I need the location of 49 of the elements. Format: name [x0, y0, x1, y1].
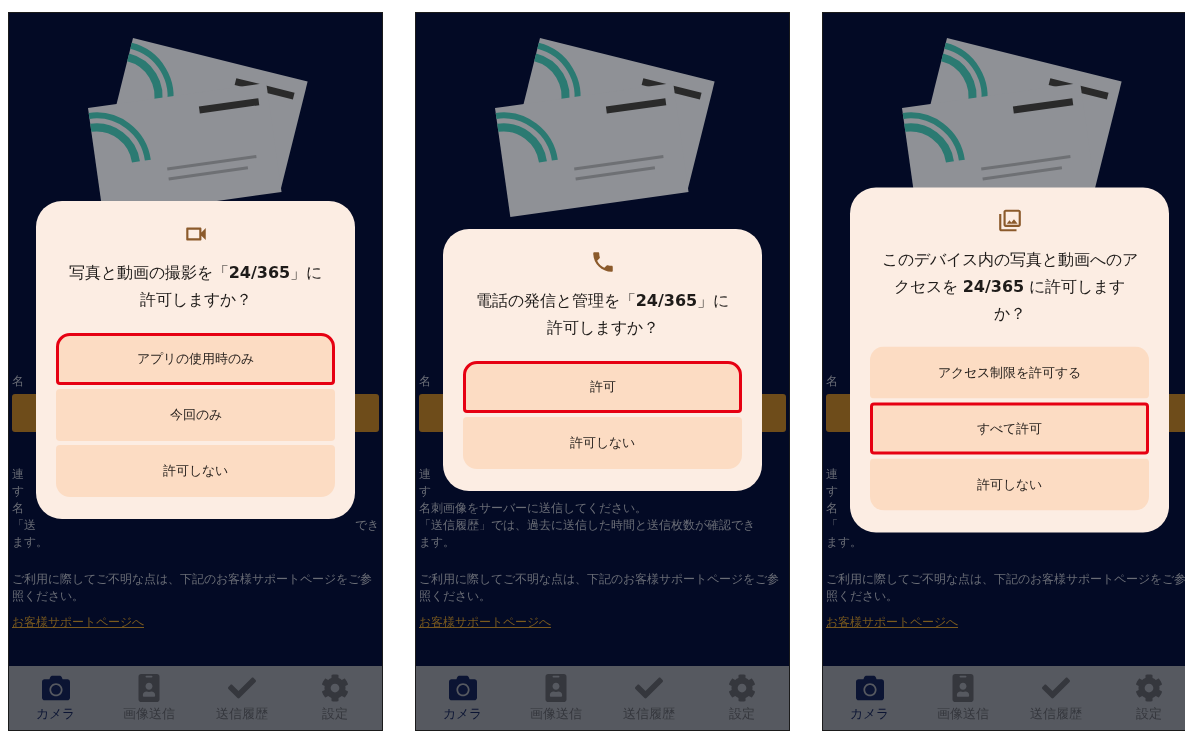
instruction-text: 連 — [826, 466, 838, 483]
instruction-text: 名 — [12, 500, 24, 517]
permission-option[interactable]: すべて許可 — [870, 402, 1149, 454]
instruction-text: 「送 — [12, 517, 36, 534]
instruction-text: 名刺画像をサーバーに送信してください。 — [419, 500, 647, 517]
permission-option[interactable]: 許可しない — [56, 444, 335, 497]
permission-option[interactable]: アクセス制限を許可する — [870, 346, 1149, 398]
permission-option[interactable]: 許可 — [463, 360, 742, 413]
instruction-text: 名 — [826, 500, 838, 517]
nav-label: カメラ — [443, 704, 483, 723]
instruction-text: 「 — [826, 517, 838, 534]
help-text: ご利用に際してご不明な点は、下記のお客様サポートページをご参照ください。 — [826, 571, 1185, 605]
instruction-text: 「送信履歴」では、過去に送信した時間と送信枚数が確認でき — [419, 517, 755, 534]
help-text: ご利用に際してご不明な点は、下記のお客様サポートページをご参照ください。 — [12, 571, 373, 605]
dialog-title: 電話の発信と管理を「24/365」に許可しますか？ — [474, 289, 731, 339]
instruction-text: 連 — [12, 466, 24, 483]
instruction-text: す — [826, 483, 838, 500]
instruction-text: す — [419, 483, 431, 500]
instruction-text: ます。 — [12, 534, 48, 551]
permission-option[interactable]: 許可しない — [463, 416, 742, 469]
settings-icon — [728, 673, 757, 702]
dialog-title: 写真と動画の撮影を「24/365」に許可しますか？ — [67, 261, 324, 311]
permission-option[interactable]: 今回のみ — [56, 388, 335, 441]
support-link[interactable]: お客様サポートページへ — [419, 615, 551, 630]
photo-library-icon — [996, 207, 1023, 233]
dialog-title: このデバイス内の写真と動画へのアクセスを 24/365 に許可しますか？ — [880, 248, 1139, 324]
nav-tab[interactable]: カメラ — [9, 666, 103, 730]
instruction-text: ます。 — [826, 534, 862, 551]
form-label: 名 — [419, 373, 431, 390]
nav-tab[interactable]: カメラ — [416, 666, 510, 730]
support-link[interactable]: お客様サポートページへ — [12, 615, 144, 630]
camera-icon — [41, 673, 70, 702]
permission-option[interactable]: アプリの使用時のみ — [56, 332, 335, 385]
instruction-text: す — [12, 483, 24, 500]
permission-option[interactable]: 許可しない — [870, 458, 1149, 510]
nav-label: カメラ — [850, 704, 890, 723]
form-label: 名 — [826, 373, 838, 390]
nav-label: カメラ — [36, 704, 76, 723]
nav-tab[interactable]: カメラ — [823, 666, 917, 730]
instruction-text: でき — [355, 517, 379, 534]
form-label: 名 — [12, 373, 24, 390]
support-link[interactable]: お客様サポートページへ — [826, 615, 958, 630]
help-text: ご利用に際してご不明な点は、下記のお客様サポートページをご参照ください。 — [419, 571, 780, 605]
instruction-text: ます。 — [419, 534, 455, 551]
instruction-text: 連 — [419, 466, 431, 483]
camera-icon — [448, 673, 477, 702]
settings-icon — [321, 673, 350, 702]
camera-icon — [855, 673, 884, 702]
settings-icon — [1135, 673, 1164, 702]
